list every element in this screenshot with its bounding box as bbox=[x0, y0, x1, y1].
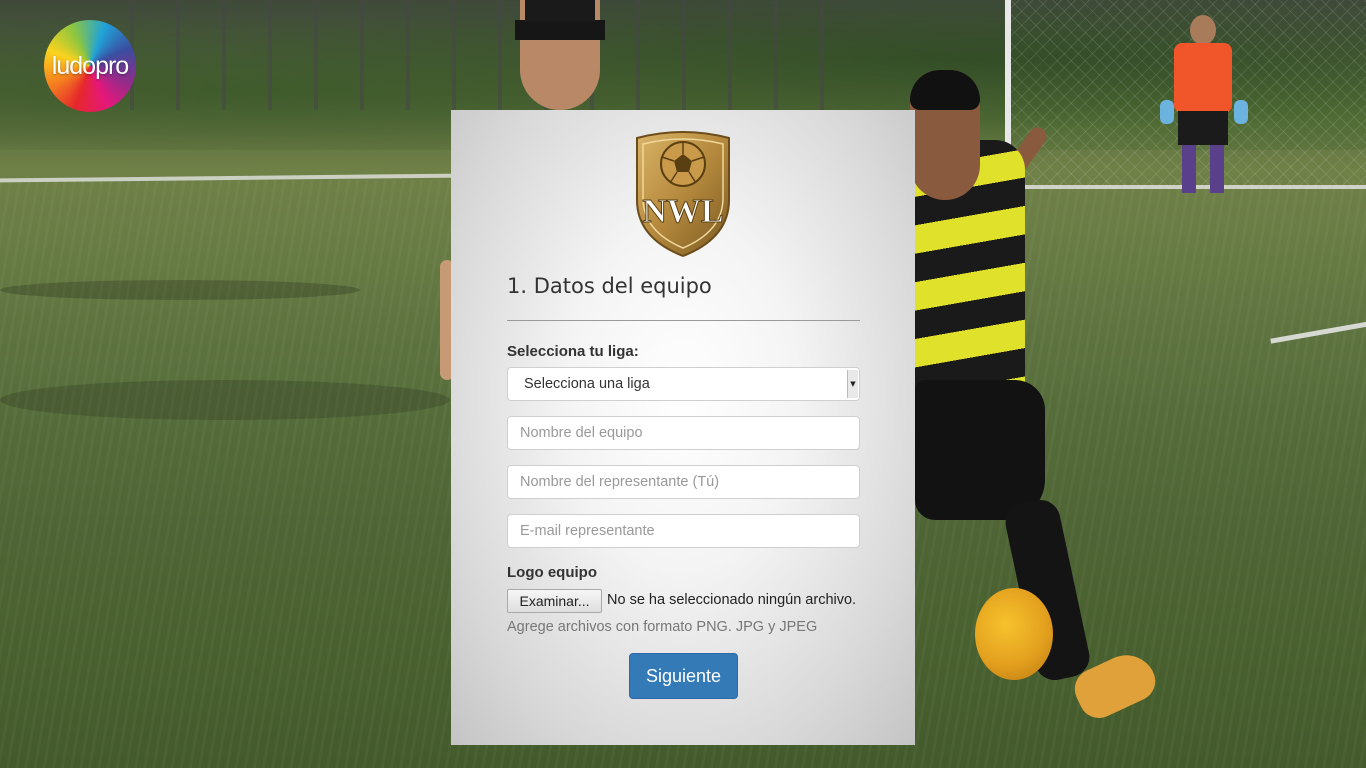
chevron-down-icon: ▼ bbox=[847, 370, 858, 398]
file-help-text: Agrege archivos con formato PNG. JPG y J… bbox=[507, 619, 818, 635]
title-divider bbox=[507, 320, 860, 321]
form-title: 1. Datos del equipo bbox=[507, 274, 712, 298]
logo-label: Logo equipo bbox=[507, 564, 597, 581]
soccer-ball bbox=[975, 588, 1053, 680]
field-shadow bbox=[0, 280, 360, 300]
file-browse-button[interactable]: Examinar... bbox=[507, 589, 602, 613]
team-name-input[interactable] bbox=[507, 416, 860, 450]
league-label: Selecciona tu liga: bbox=[507, 343, 639, 360]
registration-panel: NWL 1. Datos del equipo Selecciona tu li… bbox=[451, 110, 915, 745]
next-button[interactable]: Siguiente bbox=[629, 653, 738, 699]
goalkeeper-figure bbox=[1160, 15, 1250, 195]
logo-text: ludopro bbox=[51, 51, 129, 80]
representative-name-input[interactable] bbox=[507, 465, 860, 499]
field-shadow bbox=[0, 380, 450, 420]
crest-text: NWL bbox=[642, 193, 723, 230]
representative-email-input[interactable] bbox=[507, 514, 860, 548]
ludopro-logo[interactable]: ludopro bbox=[44, 20, 136, 112]
league-select[interactable]: Selecciona una liga ▼ bbox=[507, 367, 860, 401]
file-status-text: No se ha seleccionado ningún archivo. bbox=[607, 592, 857, 608]
league-select-value: Selecciona una liga bbox=[524, 376, 650, 392]
nwl-crest-icon: NWL bbox=[636, 131, 730, 258]
